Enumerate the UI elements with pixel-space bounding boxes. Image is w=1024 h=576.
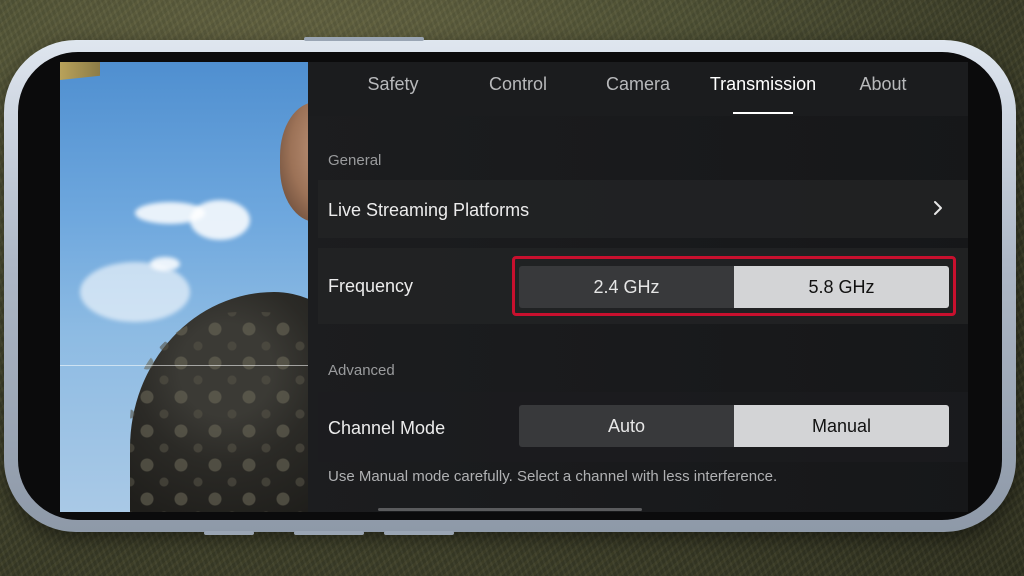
- tab-transmission[interactable]: Transmission: [698, 74, 828, 98]
- tab-about[interactable]: About: [843, 74, 923, 98]
- section-advanced-label: Advanced: [328, 362, 395, 379]
- cloud: [190, 200, 250, 240]
- channel-mode-option-auto[interactable]: Auto: [519, 405, 734, 447]
- channel-mode-option-manual[interactable]: Manual: [734, 405, 949, 447]
- settings-panel: Safety Control Camera Transmission About…: [308, 62, 968, 512]
- scroll-indicator[interactable]: [378, 508, 642, 511]
- channel-mode-segmented-control: Auto Manual: [519, 405, 949, 447]
- tab-camera[interactable]: Camera: [593, 74, 683, 98]
- feed-object: [60, 62, 100, 80]
- person-head: [280, 102, 308, 222]
- channel-mode-label: Channel Mode: [328, 418, 446, 438]
- horizon-line: [60, 365, 308, 366]
- tab-control[interactable]: Control: [468, 74, 568, 98]
- phone-bottom-button-1: [204, 531, 254, 535]
- cloud: [80, 262, 190, 322]
- cloud: [150, 257, 180, 271]
- app-screen: Safety Control Camera Transmission About…: [60, 62, 968, 512]
- frequency-highlight-box: [512, 256, 956, 316]
- phone-bottom-button-3: [384, 531, 454, 535]
- tab-bar: Safety Control Camera Transmission About: [308, 62, 968, 116]
- section-general-label: General: [328, 152, 382, 169]
- live-streaming-row[interactable]: Live Streaming Platforms: [318, 180, 968, 238]
- shirt-pattern: [130, 312, 308, 512]
- channel-mode-hint: Use Manual mode carefully. Select a chan…: [328, 468, 778, 485]
- tab-safety[interactable]: Safety: [348, 74, 438, 98]
- live-streaming-label: Live Streaming Platforms: [328, 200, 530, 220]
- chevron-right-icon[interactable]: [928, 198, 948, 218]
- frequency-label: Frequency: [328, 276, 414, 296]
- camera-feed[interactable]: [60, 62, 308, 512]
- phone-top-button: [304, 37, 424, 41]
- phone-bottom-button-2: [294, 531, 364, 535]
- active-tab-indicator: [733, 112, 793, 114]
